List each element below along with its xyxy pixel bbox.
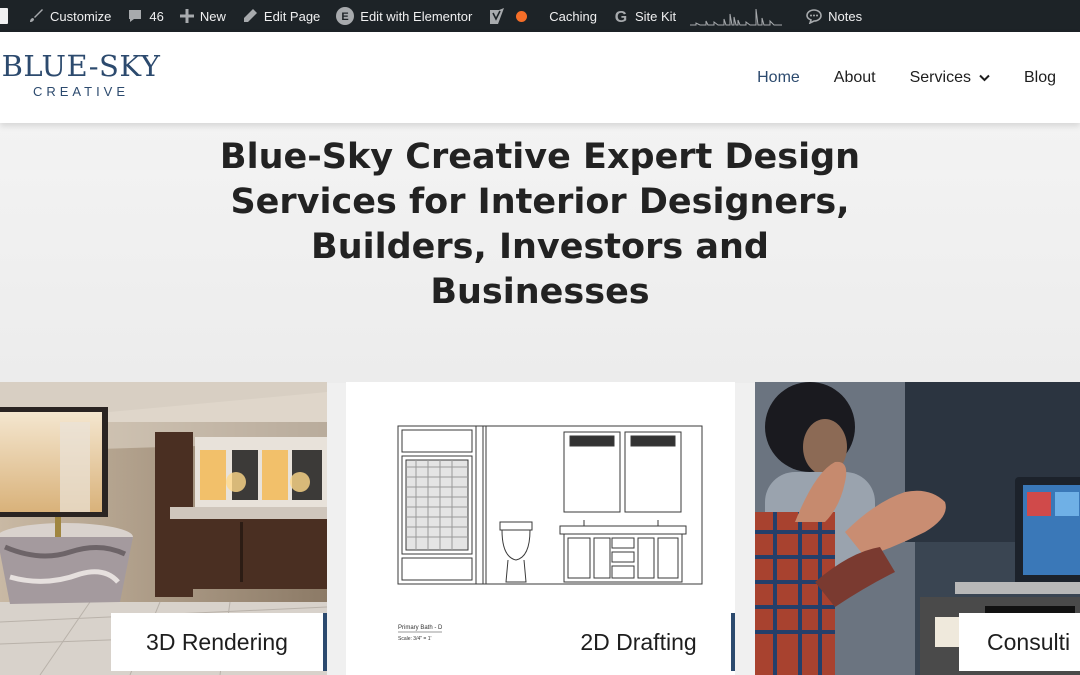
- brush-icon: [28, 8, 44, 24]
- wordpress-logo-icon: [0, 8, 8, 24]
- card-label-consulting: Consulti: [959, 613, 1080, 671]
- stats-sparkline-icon: [690, 8, 783, 26]
- edit-elementor-link[interactable]: E Edit with Elementor: [328, 0, 480, 32]
- pencil-icon: [242, 8, 258, 24]
- customize-link[interactable]: Customize: [20, 0, 119, 32]
- customize-label: Customize: [50, 8, 112, 24]
- notes-bubble-icon: [806, 8, 822, 24]
- service-card-2d-drafting[interactable]: Primary Bath - D Scale: 3/4" = 1' 2D Dra…: [346, 382, 735, 675]
- drawing-scale: Scale: 3/4" = 1': [398, 636, 431, 642]
- logo-sub-text: CREATIVE: [32, 84, 130, 99]
- card-label-2d-drafting: 2D Drafting: [546, 613, 735, 671]
- chevron-down-icon: [979, 74, 990, 81]
- site-logo[interactable]: BLUE-SKY CREATIVE: [0, 50, 166, 99]
- google-letter: G: [615, 9, 627, 24]
- service-card-consulting[interactable]: Consulti: [755, 382, 1080, 675]
- caching-label: Caching: [549, 8, 597, 24]
- comments-link[interactable]: 46: [119, 0, 171, 32]
- yoast-icon: [488, 7, 506, 25]
- edit-page-label: Edit Page: [263, 8, 321, 24]
- hero-section: Blue-Sky Creative Expert Design Services…: [0, 123, 1080, 383]
- edit-elementor-label: Edit with Elementor: [360, 8, 473, 24]
- new-content-link[interactable]: New: [172, 0, 234, 32]
- edit-page-link[interactable]: Edit Page: [234, 0, 328, 32]
- service-card-3d-rendering[interactable]: 3D Rendering: [0, 382, 327, 675]
- nav-item-about[interactable]: About: [834, 69, 876, 87]
- plus-icon: [179, 9, 194, 23]
- hero-title: Blue-Sky Creative Expert Design Services…: [219, 137, 861, 312]
- wp-logo-item[interactable]: [0, 0, 20, 32]
- site-kit-label: Site Kit: [634, 8, 677, 24]
- site-header: BLUE-SKY CREATIVE Home About Services Bl…: [0, 32, 1080, 123]
- main-nav: Home About Services Blog: [723, 32, 1056, 123]
- comments-count: 46: [149, 8, 164, 24]
- seo-status-dot-icon: [516, 10, 528, 22]
- google-g-icon: G: [613, 8, 629, 24]
- notes-link[interactable]: Notes: [798, 0, 870, 32]
- drawing-caption: Primary Bath - D: [398, 625, 443, 631]
- yoast-seo-item[interactable]: [480, 0, 535, 32]
- nav-item-home[interactable]: Home: [757, 69, 800, 87]
- caching-link[interactable]: Caching: [535, 0, 605, 32]
- new-label: New: [199, 8, 226, 24]
- logo-main-text: BLUE-SKY: [1, 49, 161, 83]
- site-kit-link[interactable]: G Site Kit: [605, 0, 798, 32]
- nav-item-blog[interactable]: Blog: [1024, 69, 1056, 87]
- nav-item-services[interactable]: Services: [910, 69, 990, 87]
- comment-bubble-icon: [127, 8, 143, 24]
- notes-label: Notes: [828, 8, 863, 24]
- admin-bar: Customize 46 New Edit Page E Edit with E…: [0, 0, 1080, 32]
- elementor-letter: E: [342, 11, 349, 23]
- nav-item-services-label: Services: [909, 68, 971, 86]
- card-label-3d-rendering: 3D Rendering: [111, 613, 327, 671]
- elementor-icon: E: [336, 7, 355, 25]
